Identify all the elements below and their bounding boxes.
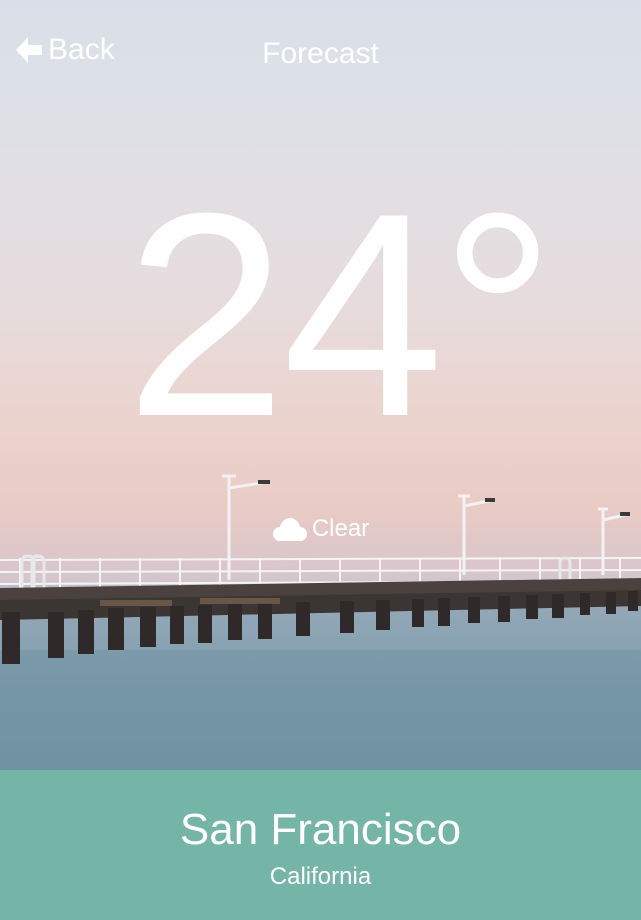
weather-screen: Back Forecast 24° Clear San Francisco Ca… (0, 0, 641, 920)
weather-condition: Clear (0, 512, 641, 546)
temperature-value: 24° (125, 153, 556, 477)
city-name: San Francisco (179, 805, 462, 854)
location-panel: San Francisco California (0, 770, 641, 920)
cloud-icon (272, 518, 307, 541)
condition-label: Clear (311, 515, 370, 542)
region-name: California (269, 863, 372, 890)
page-title: Forecast (262, 37, 379, 70)
